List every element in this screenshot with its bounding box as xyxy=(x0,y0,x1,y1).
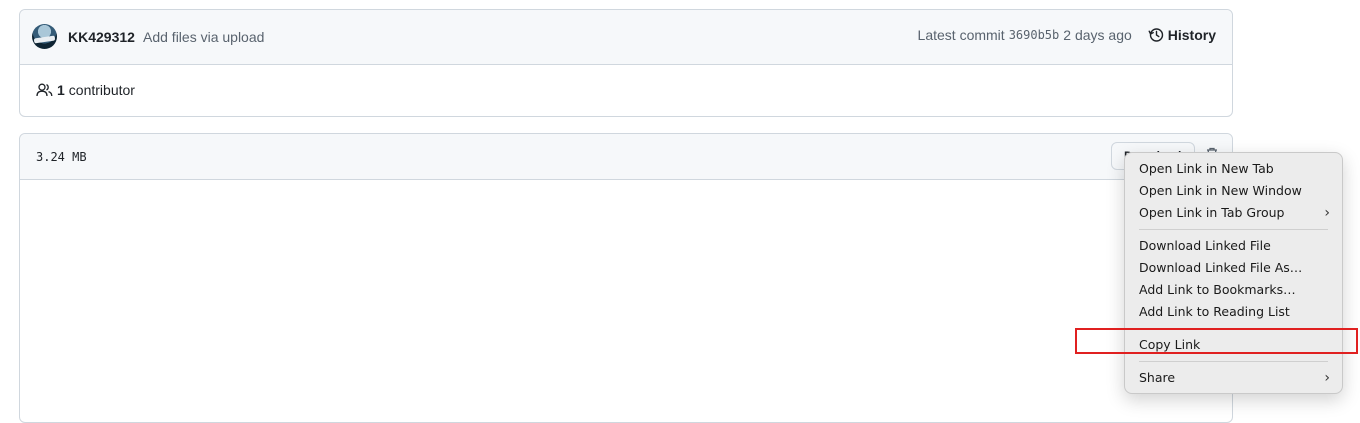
file-size: 3.24 MB xyxy=(36,150,87,164)
menu-item-download-linked-file-as[interactable]: Download Linked File As… xyxy=(1125,257,1342,279)
history-icon xyxy=(1148,28,1163,42)
commit-message-link[interactable]: Add files via upload xyxy=(143,29,264,45)
menu-item-add-to-reading-list[interactable]: Add Link to Reading List xyxy=(1125,301,1342,323)
file-header: 3.24 MB Download xyxy=(20,134,1232,180)
menu-separator xyxy=(1139,361,1328,362)
author-avatar[interactable] xyxy=(32,24,57,49)
latest-commit-label: Latest commit xyxy=(917,27,1005,43)
commit-author-link[interactable]: KK429312 xyxy=(68,29,135,45)
people-icon xyxy=(36,83,53,97)
commit-meta: Latest commit 3690b5b 2 days ago History xyxy=(918,27,1216,43)
contributor-label: contributor xyxy=(68,82,135,98)
file-view-box: 3.24 MB Download xyxy=(19,133,1233,423)
menu-item-label: Share xyxy=(1139,370,1176,385)
commit-time: 2 days ago xyxy=(1063,27,1132,43)
chevron-right-icon: › xyxy=(1324,205,1330,221)
chevron-right-icon: › xyxy=(1324,370,1330,386)
contributor-count: 1 xyxy=(57,82,65,98)
history-button[interactable]: History xyxy=(1148,27,1216,43)
menu-item-label: Open Link in Tab Group xyxy=(1139,205,1285,220)
menu-item-add-to-bookmarks[interactable]: Add Link to Bookmarks… xyxy=(1125,279,1342,301)
history-label: History xyxy=(1167,27,1216,43)
menu-separator xyxy=(1139,229,1328,230)
commit-info-box: KK429312 Add files via upload Latest com… xyxy=(19,9,1233,117)
menu-item-open-new-tab[interactable]: Open Link in New Tab xyxy=(1125,158,1342,180)
menu-item-download-linked-file[interactable]: Download Linked File xyxy=(1125,235,1342,257)
contributors-link[interactable]: 1 contributor xyxy=(36,82,135,98)
menu-item-copy-link[interactable]: Copy Link xyxy=(1125,334,1342,356)
menu-item-open-tab-group[interactable]: Open Link in Tab Group › xyxy=(1125,202,1342,224)
menu-item-share[interactable]: Share › xyxy=(1125,367,1342,389)
commit-hash-link[interactable]: 3690b5b xyxy=(1009,28,1060,42)
menu-item-open-new-window[interactable]: Open Link in New Window xyxy=(1125,180,1342,202)
link-context-menu: Open Link in New Tab Open Link in New Wi… xyxy=(1124,152,1343,394)
latest-commit-bar: KK429312 Add files via upload Latest com… xyxy=(20,10,1232,65)
menu-separator xyxy=(1139,328,1328,329)
